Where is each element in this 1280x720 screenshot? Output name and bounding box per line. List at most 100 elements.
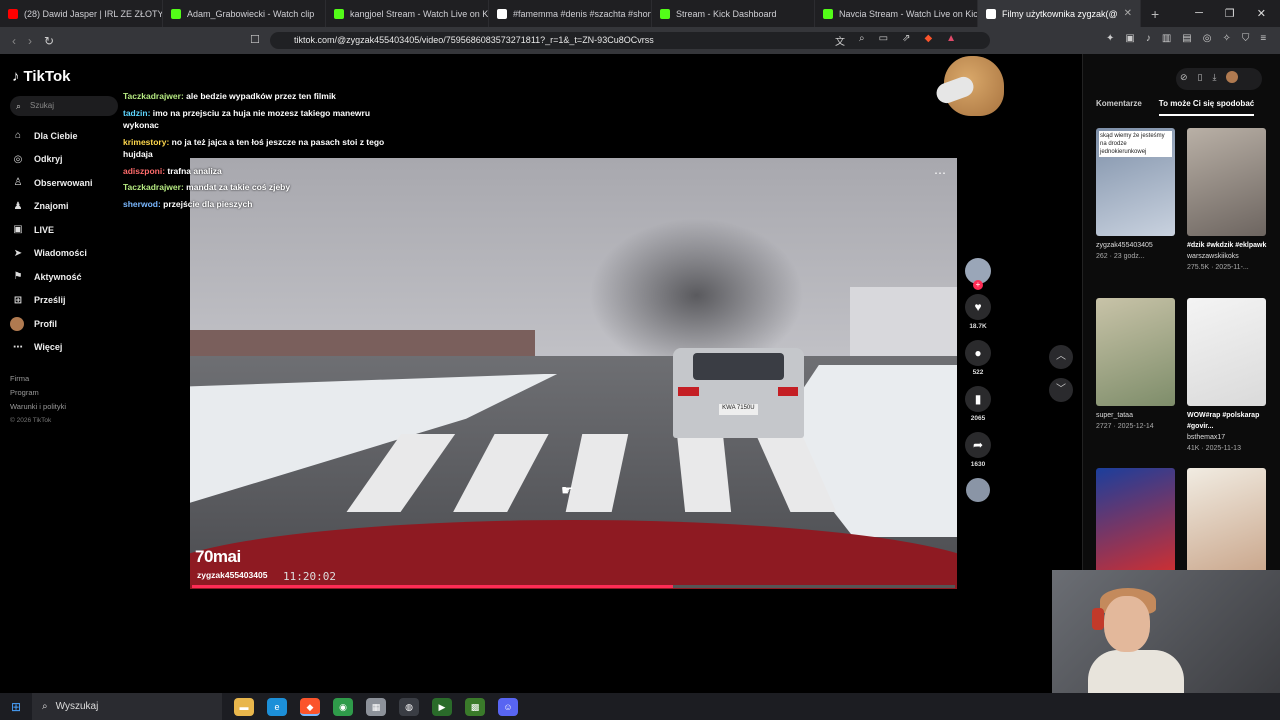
share-action[interactable]: ➦ 1630 <box>963 432 993 468</box>
tiktok-logo[interactable]: ♪ TikTok <box>12 68 70 85</box>
author-avatar[interactable]: + <box>965 258 991 290</box>
reload-icon[interactable]: ↻ <box>44 34 54 48</box>
chat-username[interactable]: adiszponi <box>123 166 162 176</box>
sidebar-item-znajomi[interactable]: ♟ Znajomi <box>10 195 93 219</box>
video-author[interactable]: super_tataa <box>1096 410 1178 421</box>
sidebar-item-wiadomości[interactable]: ➤ Wiadomości <box>10 242 93 266</box>
sidebar-item-dla-ciebie[interactable]: ⌂ Dla Ciebie <box>10 124 93 148</box>
comment-icon[interactable]: ● <box>965 340 991 366</box>
browser-tab[interactable]: Navcia Stream - Watch Live on Kick <box>815 0 978 27</box>
obs-icon[interactable]: ◍ <box>399 697 419 716</box>
chat-message: adiszponi: trafna analiza <box>123 165 222 176</box>
coin-icon[interactable]: ⊘ <box>1180 72 1188 83</box>
browser-tab[interactable]: kangjoel Stream - Watch Live on Kick <box>326 0 489 27</box>
chat-username[interactable]: sherwod <box>123 199 158 209</box>
chrome-icon[interactable]: ◉ <box>333 697 353 716</box>
bookmark-icon[interactable]: ☐ <box>250 33 260 46</box>
music-icon[interactable]: ♪ <box>1146 33 1151 44</box>
video-author[interactable]: warszawskiikoks <box>1187 251 1269 262</box>
phone-icon[interactable]: ▯ <box>1198 72 1203 83</box>
more-options-icon[interactable]: ⋯ <box>934 166 946 180</box>
video-progress-bar[interactable] <box>192 585 955 588</box>
recommended-video-thumbnail[interactable] <box>1096 468 1175 576</box>
sidebar-item-aktywność[interactable]: ⚑ Aktywność <box>10 265 93 289</box>
extensions-icon[interactable]: ✦ <box>1106 33 1114 44</box>
wallet-icon[interactable]: ▤ <box>1182 33 1191 44</box>
screenshot-icon[interactable]: ▣ <box>1125 33 1134 44</box>
video-author[interactable]: bsthemax17 <box>1187 432 1269 443</box>
scroll-up-button[interactable]: ︿ <box>1049 345 1073 369</box>
zoom-icon[interactable]: ⌕ <box>859 33 865 48</box>
close-window-icon[interactable]: ✕ <box>1257 7 1266 20</box>
chat-username[interactable]: krimestory <box>123 137 166 147</box>
footer-link[interactable]: Firma <box>10 372 66 386</box>
back-arrow-icon[interactable]: ‹ <box>12 34 16 48</box>
footer-link[interactable]: Warunki i polityki <box>10 400 66 414</box>
chat-username[interactable]: tadzin <box>123 108 148 118</box>
kick-app-icon[interactable]: ▶ <box>432 697 452 716</box>
shield-icon[interactable]: ⛉ <box>1242 33 1250 44</box>
chat-username[interactable]: Taczkadrajwer <box>123 91 181 101</box>
search-input[interactable]: ⌕ Szukaj <box>10 96 118 116</box>
leo-ai-icon[interactable]: ✧ <box>1222 33 1230 44</box>
browser-tab[interactable]: Adam_Grabowiecki - Watch clip <box>163 0 326 27</box>
vpn-icon[interactable]: ◎ <box>1203 33 1212 44</box>
video-title[interactable]: WOW#rap #polskarap #govir... <box>1187 410 1269 432</box>
footer-link[interactable]: Program <box>10 386 66 400</box>
video-author[interactable]: zygzak455403405 <box>197 570 267 580</box>
forward-arrow-icon[interactable]: › <box>28 34 32 48</box>
kick-icon <box>334 8 344 19</box>
comment-action[interactable]: ● 522 <box>963 340 993 376</box>
browser-tab[interactable]: Filmy użytkownika zygzak(@ ✕ <box>978 0 1141 27</box>
edge-icon[interactable]: e <box>267 697 287 716</box>
close-tab-icon[interactable]: ✕ <box>1124 8 1132 19</box>
chat-username[interactable]: Taczkadrajwer <box>123 182 181 192</box>
restore-icon[interactable]: ❐ <box>1225 7 1235 20</box>
sidebar-item-profil[interactable]: Profil <box>10 312 93 336</box>
sidebar-item-prześlij[interactable]: ⊞ Prześlij <box>10 289 93 313</box>
follow-plus-icon[interactable]: + <box>973 280 983 290</box>
brave-icon[interactable]: ◆ <box>300 697 320 716</box>
brave-shield-icon[interactable]: ◆ <box>924 33 932 48</box>
menu-icon[interactable]: ≡ <box>1260 33 1266 44</box>
browser-tab[interactable]: Stream - Kick Dashboard <box>652 0 815 27</box>
sidebar-item-live[interactable]: ▣ LIVE <box>10 218 93 242</box>
browser-tab[interactable]: #famemma #denis #szachta #short <box>489 0 652 27</box>
like-action[interactable]: ♥ 18.7K <box>963 294 993 330</box>
new-tab-button[interactable]: + <box>1141 6 1169 22</box>
browser-tab[interactable]: (28) Dawid Jasper | IRL ZE ZŁOTYCH <box>0 0 163 27</box>
tab-recommended[interactable]: To może Ci się spodobać <box>1158 99 1255 116</box>
video-player[interactable]: KWA 7150U <box>190 158 957 589</box>
streamlabs-icon[interactable]: ▩ <box>465 697 485 716</box>
user-avatar[interactable] <box>1226 71 1239 83</box>
recommended-video-thumbnail[interactable] <box>1187 298 1266 406</box>
download-icon[interactable]: ⤓ <box>1213 72 1217 83</box>
brave-rewards-icon[interactable]: ▲ <box>946 33 956 48</box>
windows-start-icon[interactable]: ⊞ <box>0 700 32 714</box>
save-action[interactable]: ▮ 2065 <box>963 386 993 422</box>
scroll-down-button[interactable]: ﹀ <box>1049 378 1073 402</box>
file-explorer-icon[interactable]: ▬ <box>234 697 254 716</box>
sidebar-item-obserwowani[interactable]: ♙ Obserwowani <box>10 171 93 195</box>
recommended-video-thumbnail[interactable] <box>1096 298 1175 406</box>
cast-icon[interactable]: ▭ <box>879 33 888 48</box>
recommended-video-thumbnail[interactable] <box>1187 128 1266 236</box>
music-disc-icon[interactable] <box>966 478 990 502</box>
recommended-video-thumbnail[interactable] <box>1187 468 1266 576</box>
translate-icon[interactable]: 文 <box>835 33 845 48</box>
taskbar-search[interactable]: ⌕ Wyszukaj <box>32 693 222 720</box>
sidebar-item-odkryj[interactable]: ◎ Odkryj <box>10 148 93 172</box>
sidebar-icon[interactable]: ▥ <box>1162 33 1171 44</box>
discord-icon[interactable]: ☺ <box>498 697 518 716</box>
heart-icon[interactable]: ♥ <box>965 294 991 320</box>
sidebar-item-więcej[interactable]: ⋯ Więcej <box>10 336 93 360</box>
share-arrow-icon[interactable]: ➦ <box>965 432 991 458</box>
share-icon[interactable]: ⇗ <box>902 33 910 48</box>
video-title[interactable]: #dzik #wkdzik #eklpawk <box>1187 240 1269 251</box>
app-icon[interactable]: ▦ <box>366 697 386 716</box>
video-author[interactable]: zygzak455403405 <box>1096 240 1178 251</box>
bookmark-icon[interactable]: ▮ <box>965 386 991 412</box>
tab-comments[interactable]: Komentarze <box>1096 99 1142 116</box>
recommended-video-thumbnail[interactable]: skąd wiemy że jesteśmy na drodze jednoki… <box>1096 128 1175 236</box>
minimize-icon[interactable]: ─ <box>1195 7 1203 20</box>
